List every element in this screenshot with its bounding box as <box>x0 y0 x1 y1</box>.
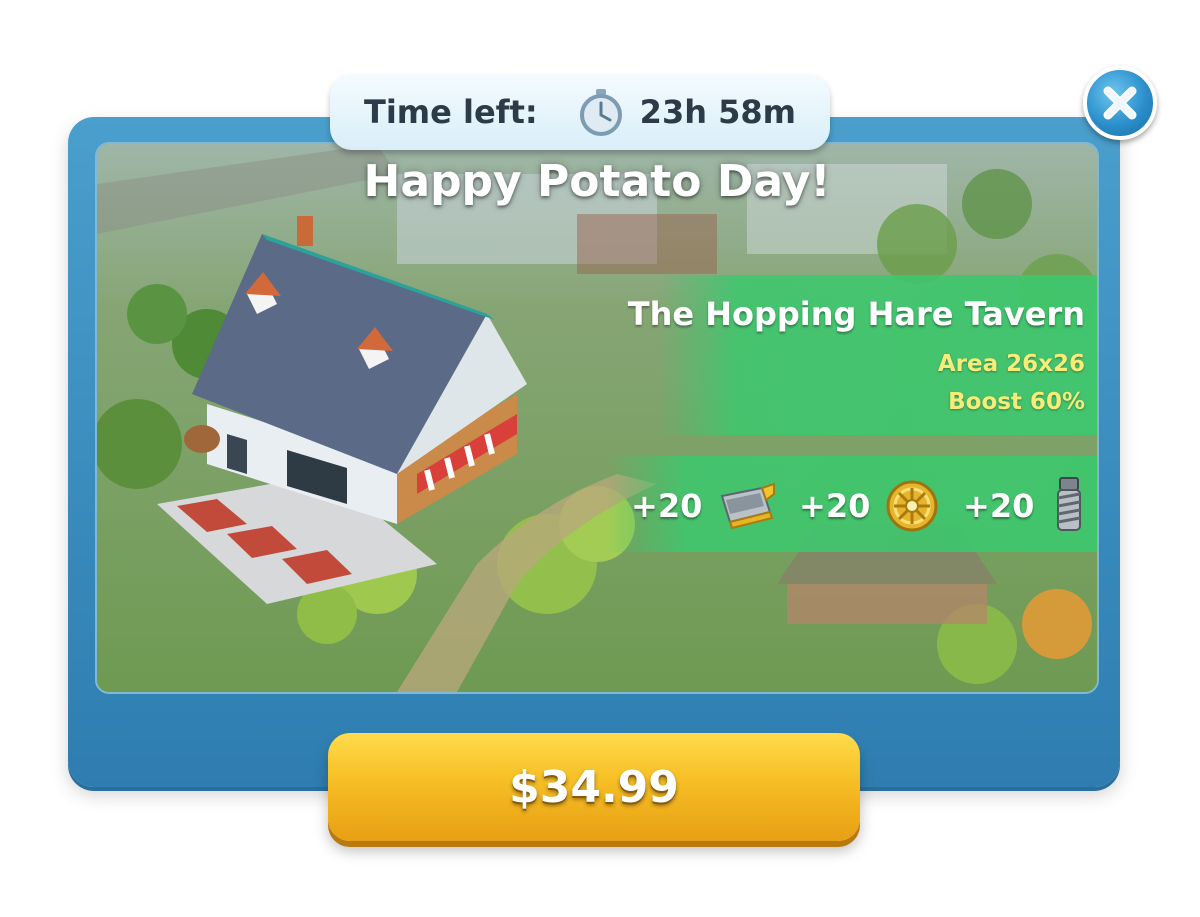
reward-item: +20 <box>631 478 776 534</box>
reward-amount: +20 <box>631 487 703 525</box>
reward-amount: +20 <box>963 487 1035 525</box>
shovel-icon <box>721 482 776 530</box>
offer-title: Happy Potato Day! <box>363 156 831 207</box>
purchase-button[interactable]: $34.99 <box>328 733 860 841</box>
close-icon <box>1103 86 1137 120</box>
gear-wheel-icon <box>886 480 938 532</box>
close-button[interactable] <box>1083 66 1157 140</box>
building-area: Area 26x26 <box>937 351 1085 377</box>
stopwatch-icon <box>578 87 624 137</box>
reward-amount: +20 <box>799 487 871 525</box>
time-left-value: 23h 58m <box>639 93 796 131</box>
building-boost: Boost 60% <box>948 389 1085 415</box>
building-name: The Hopping Hare Tavern <box>627 295 1085 333</box>
reward-item: +20 <box>963 477 1088 534</box>
rewards-band: +20 +20 +20 <box>607 456 1097 552</box>
offer-scene: Happy Potato Day! The Hopping Hare Taver… <box>95 142 1099 694</box>
time-left-panel: Time left: 23h 58m <box>330 74 830 150</box>
reward-item: +20 <box>799 478 940 534</box>
building-info-band: The Hopping Hare Tavern Area 26x26 Boost… <box>628 275 1097 435</box>
time-left-label: Time left: <box>364 93 538 131</box>
bolt-icon <box>1057 477 1082 531</box>
